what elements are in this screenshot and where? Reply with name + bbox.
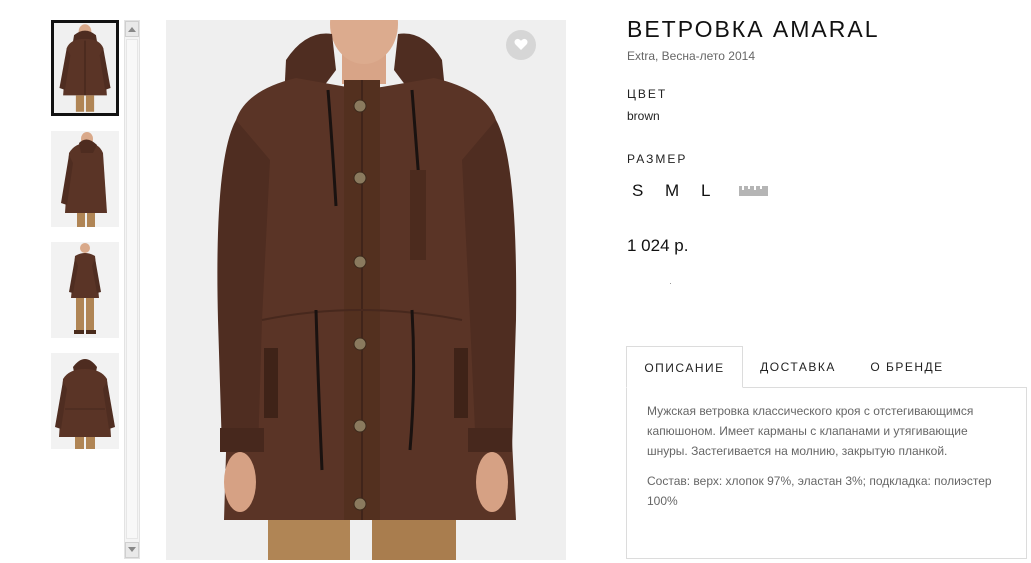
chevron-up-icon	[128, 27, 136, 32]
product-subtitle: Extra, Весна-лето 2014	[627, 49, 755, 63]
jacket-front-thumbnail-image	[54, 24, 116, 112]
composition-text: Состав: верх: хлопок 97%, эластан 3%; по…	[647, 474, 992, 508]
size-option-l[interactable]: L	[701, 181, 710, 201]
thumbnail-scrollbar[interactable]	[124, 20, 140, 559]
thumbnail-front[interactable]	[51, 20, 119, 116]
thumbnail-full-length[interactable]	[51, 242, 119, 338]
size-option-m[interactable]: M	[665, 181, 679, 201]
description-text: Мужская ветровка классического кроя с от…	[647, 404, 974, 458]
thumbnail-back[interactable]	[51, 353, 119, 449]
tab-description[interactable]: ОПИСАНИЕ	[626, 346, 743, 388]
size-label: РАЗМЕР	[627, 152, 688, 166]
size-option-s[interactable]: S	[632, 181, 643, 201]
scroll-down-button[interactable]	[125, 542, 139, 558]
jacket-back-thumbnail-image	[51, 353, 119, 449]
product-title: ВЕТРОВКА AMARAL	[627, 16, 880, 42]
heart-icon	[514, 38, 528, 50]
tab-delivery[interactable]: ДОСТАВКА	[746, 346, 850, 388]
color-label: ЦВЕТ	[627, 87, 668, 101]
thumbnail-side[interactable]	[51, 131, 119, 227]
main-product-image[interactable]	[166, 20, 566, 560]
ruler-icon[interactable]	[739, 184, 768, 196]
description-panel: Мужская ветровка классического кроя с от…	[626, 387, 1027, 559]
scroll-up-button[interactable]	[125, 21, 139, 37]
favorite-button[interactable]	[506, 30, 536, 60]
tab-about-brand[interactable]: О БРЕНДЕ	[856, 346, 958, 388]
scroll-thumb[interactable]	[126, 39, 138, 539]
jacket-main-photo	[166, 20, 566, 560]
product-price: 1 024 р.	[627, 236, 689, 255]
jacket-side-thumbnail-image	[51, 131, 119, 227]
color-value: brown	[627, 109, 660, 123]
chevron-down-icon	[128, 547, 136, 552]
divider-dot	[670, 283, 671, 284]
jacket-full-length-thumbnail-image	[51, 242, 119, 338]
